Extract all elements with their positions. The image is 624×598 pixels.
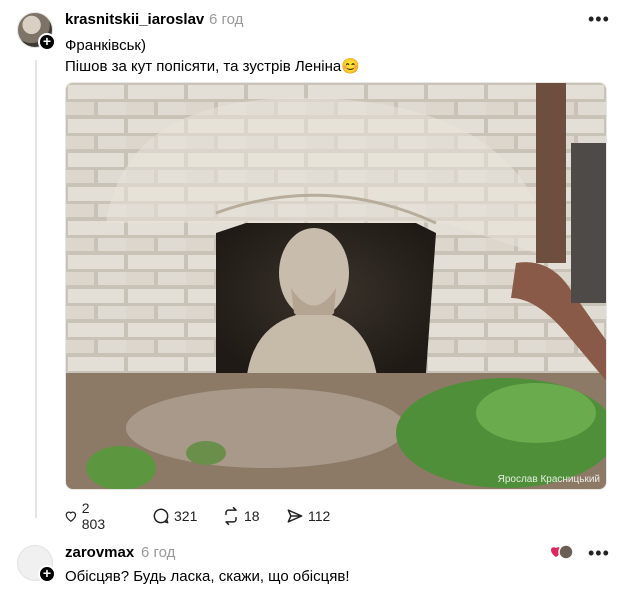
heart-icon: [65, 511, 77, 522]
post-time: 6 год: [209, 11, 244, 28]
repost-button[interactable]: 18: [221, 506, 260, 526]
reply-count: 321: [174, 508, 198, 524]
photo-watermark: Ярослав Красницький: [497, 474, 600, 485]
like-count: 2 803: [81, 500, 106, 532]
like-button[interactable]: 2 803: [63, 500, 109, 532]
more-dots-icon[interactable]: •••: [588, 544, 610, 562]
repost-arrows-icon: [225, 506, 237, 526]
repost-count: 18: [244, 508, 260, 524]
send-icon: [287, 509, 303, 523]
reactors-icons: [550, 544, 574, 560]
post-photo[interactable]: Ярослав Красницький: [65, 82, 607, 490]
reply-button[interactable]: 321: [151, 506, 197, 526]
reply-username[interactable]: zarovmax: [65, 544, 134, 561]
follow-plus-icon[interactable]: +: [38, 33, 56, 51]
reply-time: 6 год: [141, 544, 176, 561]
share-count: 112: [308, 508, 331, 524]
follow-plus-icon[interactable]: +: [38, 565, 56, 583]
author-username[interactable]: krasnitskii_iaroslav: [65, 11, 204, 28]
reply-text: Обісцяв? Будь ласка, скажи, що обісцяв!: [65, 568, 350, 585]
post-text-line-2: Пішов за кут попісяти, та зустрів Леніна…: [65, 58, 360, 75]
share-button[interactable]: 112: [285, 506, 330, 526]
comment-bubble-icon: [153, 508, 169, 524]
more-dots-icon[interactable]: •••: [588, 10, 610, 28]
thread-line: [35, 60, 37, 518]
post-text-line-1: Франківськ): [65, 37, 146, 54]
photo-lenin-bust-image: [66, 83, 606, 489]
